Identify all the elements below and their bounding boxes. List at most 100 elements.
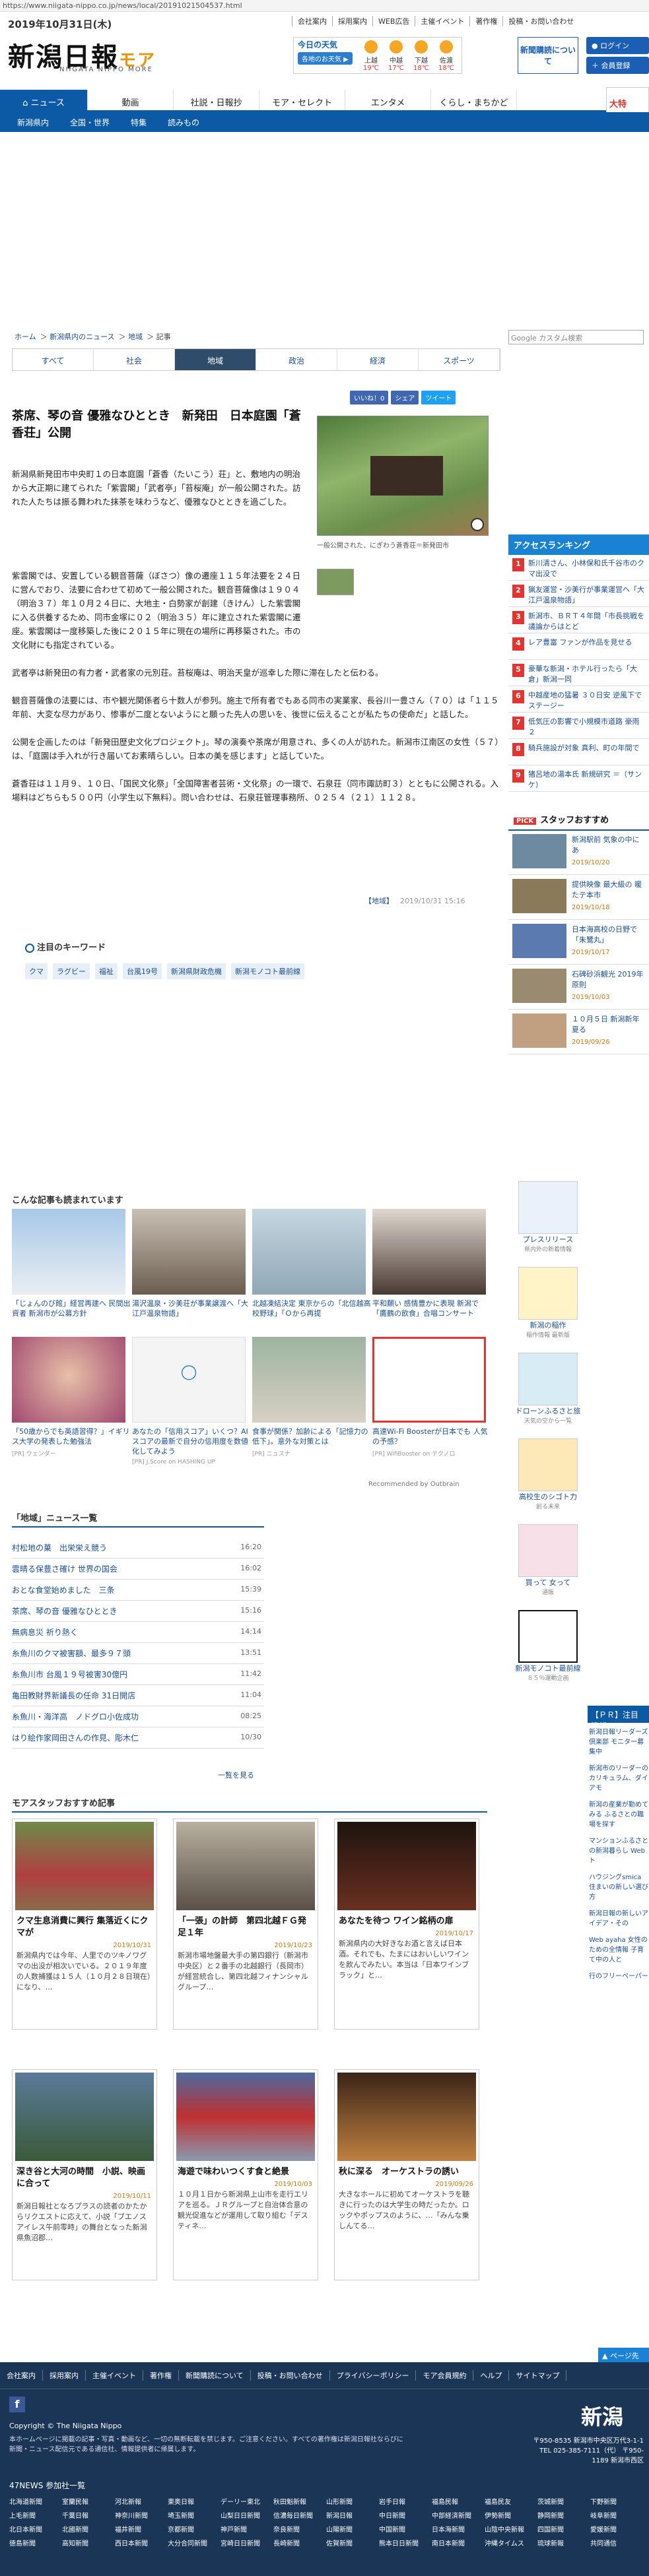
network-link[interactable]: 下野新聞 (590, 2496, 643, 2506)
list-item[interactable]: 村松地の菓 出栄栄え競う 16:20 (12, 1537, 264, 1559)
recommended-item[interactable]: 北越凍結決定 東京からの「北信越高校野球」「Ｏから再提 (252, 1209, 372, 1318)
pr-banner[interactable]: 新潟モノコト最前線 ８５％運動企画 (515, 1610, 581, 1682)
pr-note-item[interactable]: 新潟の産業が勤めてみる ふるさとの職場を探す (589, 1800, 648, 1830)
pr-note-item[interactable]: 新潟日報の新しいアイデア・その (589, 1909, 648, 1929)
keyword-tag[interactable]: 新潟モノコト最前線 (231, 963, 304, 979)
ranking-item[interactable]: 1 新川清さん、小林保和氏千谷市のクマ出没で (508, 554, 649, 581)
network-link[interactable]: 静岡新聞 (537, 2510, 590, 2520)
network-link[interactable]: 中国新聞 (379, 2524, 432, 2534)
nav-editorial[interactable]: 社説・日報抄 (174, 90, 259, 110)
network-link[interactable]: 北日本新聞 (9, 2524, 62, 2534)
facebook-like-button[interactable]: いいね！0 (350, 391, 389, 404)
weather-widget[interactable]: 今日の天気 各地のお天気 ▶ 上越 19℃ 中越 17℃ 下越 18℃ 佐渡 18℃ (293, 37, 462, 74)
facebook-share-button[interactable]: シェア (391, 391, 419, 404)
network-link[interactable]: 北海道新聞 (9, 2496, 62, 2506)
ranking-item[interactable]: 3 新潟市、ＢＲＴ４年間「市長挑戦を議論からはとど (508, 607, 649, 633)
facebook-icon[interactable]: f (9, 2397, 25, 2412)
network-link[interactable]: 徳島新聞 (9, 2538, 62, 2548)
register-button[interactable]: ＋ 会員登録 (586, 57, 649, 74)
toplink-contact[interactable]: 投稿・お問い合わせ (502, 16, 579, 26)
tab-all[interactable]: すべて (13, 349, 94, 370)
outbrain-brand[interactable]: Recommended by Outbrain (368, 1481, 460, 1488)
subscribe-button[interactable]: 新聞購読について (518, 37, 578, 74)
network-link[interactable]: 日本海新聞 (432, 2524, 485, 2534)
recommended-item[interactable]: 「じょんのび館」経営再建へ 民間出資者 新潟市が公募方針 (12, 1209, 132, 1318)
network-link[interactable]: 宮崎日日新聞 (221, 2538, 273, 2548)
network-link[interactable]: 秋田魁新報 (273, 2496, 326, 2506)
list-item[interactable]: 糸魚川市 台風１９号被害30億円 11:42 (12, 1664, 264, 1685)
pr-note-item[interactable]: マンションふるさとの新潟暮らし Web ト (589, 1836, 648, 1866)
toplink-webad[interactable]: WEB広告 (372, 16, 415, 26)
list-item[interactable]: 茶席、琴の音 優雅なひととき 15:16 (12, 1601, 264, 1622)
weather-button[interactable]: 各地のお天気 ▶ (298, 52, 353, 65)
list-item[interactable]: おとな食堂始めました 三条 15:39 (12, 1580, 264, 1601)
login-button[interactable]: ● ログイン (586, 37, 649, 54)
pr-banner[interactable]: 新潟の稲作 稲作情報 最新版 (515, 1267, 581, 1339)
recommended-item[interactable]: 「50歳からでも英語習得？」イギリス大学の発表した勉強法 [PR] ウェンダー (12, 1337, 132, 1458)
ranking-item[interactable]: 6 中越産地の猛暑 ３０日安 逆風下でステージー (508, 686, 649, 713)
staff-item[interactable]: 石碑砂浜観光 2019年 原則 2019/10/03 (508, 965, 649, 1010)
network-link[interactable]: 佐賀新聞 (326, 2538, 379, 2548)
list-item[interactable]: 糸魚川のクマ被害額、最多９７頭 13:51 (12, 1643, 264, 1664)
network-link[interactable]: 奈良新聞 (273, 2524, 326, 2534)
network-link[interactable]: 中部経済新聞 (432, 2510, 485, 2520)
network-link[interactable]: 高知新聞 (62, 2538, 115, 2548)
network-link[interactable]: 岐阜新聞 (590, 2510, 643, 2520)
back-to-top-button[interactable]: ▲ ページ先頭 (598, 2348, 649, 2371)
tab-region[interactable]: 地域 (175, 349, 256, 370)
keyword-tag[interactable]: ラグビー (53, 963, 90, 979)
footer-link[interactable]: 著作権 (143, 2370, 179, 2381)
staff-card[interactable]: 深き谷と大河の時間 小説、映画に合って 2019/10/11 新潟日報社となろプラス… (12, 2069, 157, 2280)
ranking-item[interactable]: 8 騎兵施設が対象 真利、町の年間で (508, 739, 649, 765)
crumb-local[interactable]: 新潟県内のニュース (50, 333, 114, 341)
subnav-world[interactable]: 全国・世界 (59, 112, 120, 132)
pr-banner[interactable]: 買って 女って 通販 (515, 1524, 581, 1596)
network-link[interactable]: 岩手日報 (379, 2496, 432, 2506)
search-input[interactable]: Google カスタム検索 (508, 330, 644, 344)
zoom-icon[interactable] (471, 518, 484, 531)
recommended-item[interactable]: 湯沢温泉・沙美荘が事業譲渡へ「大江戸温泉物語」 (132, 1209, 252, 1318)
footer-link[interactable]: モア会員規約 (416, 2370, 474, 2381)
network-link[interactable]: 琉球新報 (537, 2538, 590, 2548)
pr-note-item[interactable]: 新潟市のリーダーのカリキュラム、ダイアモ (589, 1764, 648, 1793)
staff-item[interactable]: 新潟駅前 気象の中にあ 2019/10/20 (508, 830, 649, 875)
network-link[interactable]: 熊本日日新聞 (379, 2538, 432, 2548)
network-link[interactable]: 共同通信 (590, 2538, 643, 2548)
staff-item[interactable]: １０月５日 新潟新年 夏る 2019/09/26 (508, 1010, 649, 1054)
crumb-region[interactable]: 地域 (128, 333, 143, 341)
network-link[interactable]: 茨城新聞 (537, 2496, 590, 2506)
footer-link[interactable]: 採用案内 (43, 2370, 86, 2381)
nav-news[interactable]: ⌂ ニュース (0, 90, 88, 110)
nav-life[interactable]: くらし・まちかど (431, 90, 517, 110)
recommended-item[interactable]: 高速Wi-Fi Boosterが日本でも 人気の予感？ [PR] WifiBoos… (372, 1337, 493, 1458)
network-link[interactable]: 福井新聞 (115, 2524, 168, 2534)
footer-link[interactable]: 投稿・お問い合わせ (251, 2370, 330, 2381)
ranking-item[interactable]: 4 レア豊富 ファンが作品を見せる (508, 633, 649, 660)
network-link[interactable]: 京都新聞 (168, 2524, 221, 2534)
staff-card[interactable]: あなたを待つ ワイン銘柄の扉 2019/10/17 新潟県内の大好きなお酒と言えば日… (334, 1819, 479, 2030)
network-link[interactable]: 神戸新聞 (221, 2524, 273, 2534)
staff-item[interactable]: 日本海高校の日野で「朱鷺丸」 2019/10/17 (508, 920, 649, 965)
network-link[interactable]: 中日新聞 (379, 2510, 432, 2520)
tab-economy[interactable]: 経済 (337, 349, 419, 370)
network-link[interactable]: 大分合同新聞 (168, 2538, 221, 2548)
network-link[interactable]: 山陰中央新報 (485, 2524, 537, 2534)
toplink-company[interactable]: 会社案内 (292, 16, 332, 26)
ranking-item[interactable]: 9 猪呂地の湯本氏 新規研究 ＝（サンケ） (508, 765, 649, 792)
pr-note-item[interactable]: 新潟日報リーダーズ倶楽部 モニター募集中 (589, 1727, 648, 1757)
recommended-item[interactable]: 平和願い 感情豊かに表現 新潟で「鷹鶴の飲食」合唱コンサート (372, 1209, 493, 1318)
list-item[interactable]: 糸魚川・海洋高 ノドグロ小佐成功 08:25 (12, 1706, 264, 1727)
nav-video[interactable]: 動画 (88, 90, 174, 110)
ranking-item[interactable]: 2 猟友運営・沙美行が事業運営へ「大江戸温泉物語」 (508, 581, 649, 607)
article-photo[interactable] (317, 416, 489, 536)
network-link[interactable]: 福島民報 (432, 2496, 485, 2506)
toplink-recruit[interactable]: 採用案内 (332, 16, 372, 26)
toplink-copyright[interactable]: 著作権 (469, 16, 502, 26)
network-link[interactable]: 長崎新聞 (273, 2538, 326, 2548)
recommended-item[interactable]: 食事が関係？加齢による「記憶力の低下」。意外な対策とは [PR] ニュスナ (252, 1337, 372, 1458)
network-link[interactable]: 室蘭民報 (62, 2496, 115, 2506)
network-link[interactable]: 神奈川新聞 (115, 2510, 168, 2520)
list-item[interactable]: 雲晴る保豊さ確け 世界の国会 16:02 (12, 1559, 264, 1580)
tab-politics[interactable]: 政治 (256, 349, 337, 370)
ranking-item[interactable]: 7 低気圧の影響で小規模市道路 豪雨 ２ (508, 713, 649, 739)
